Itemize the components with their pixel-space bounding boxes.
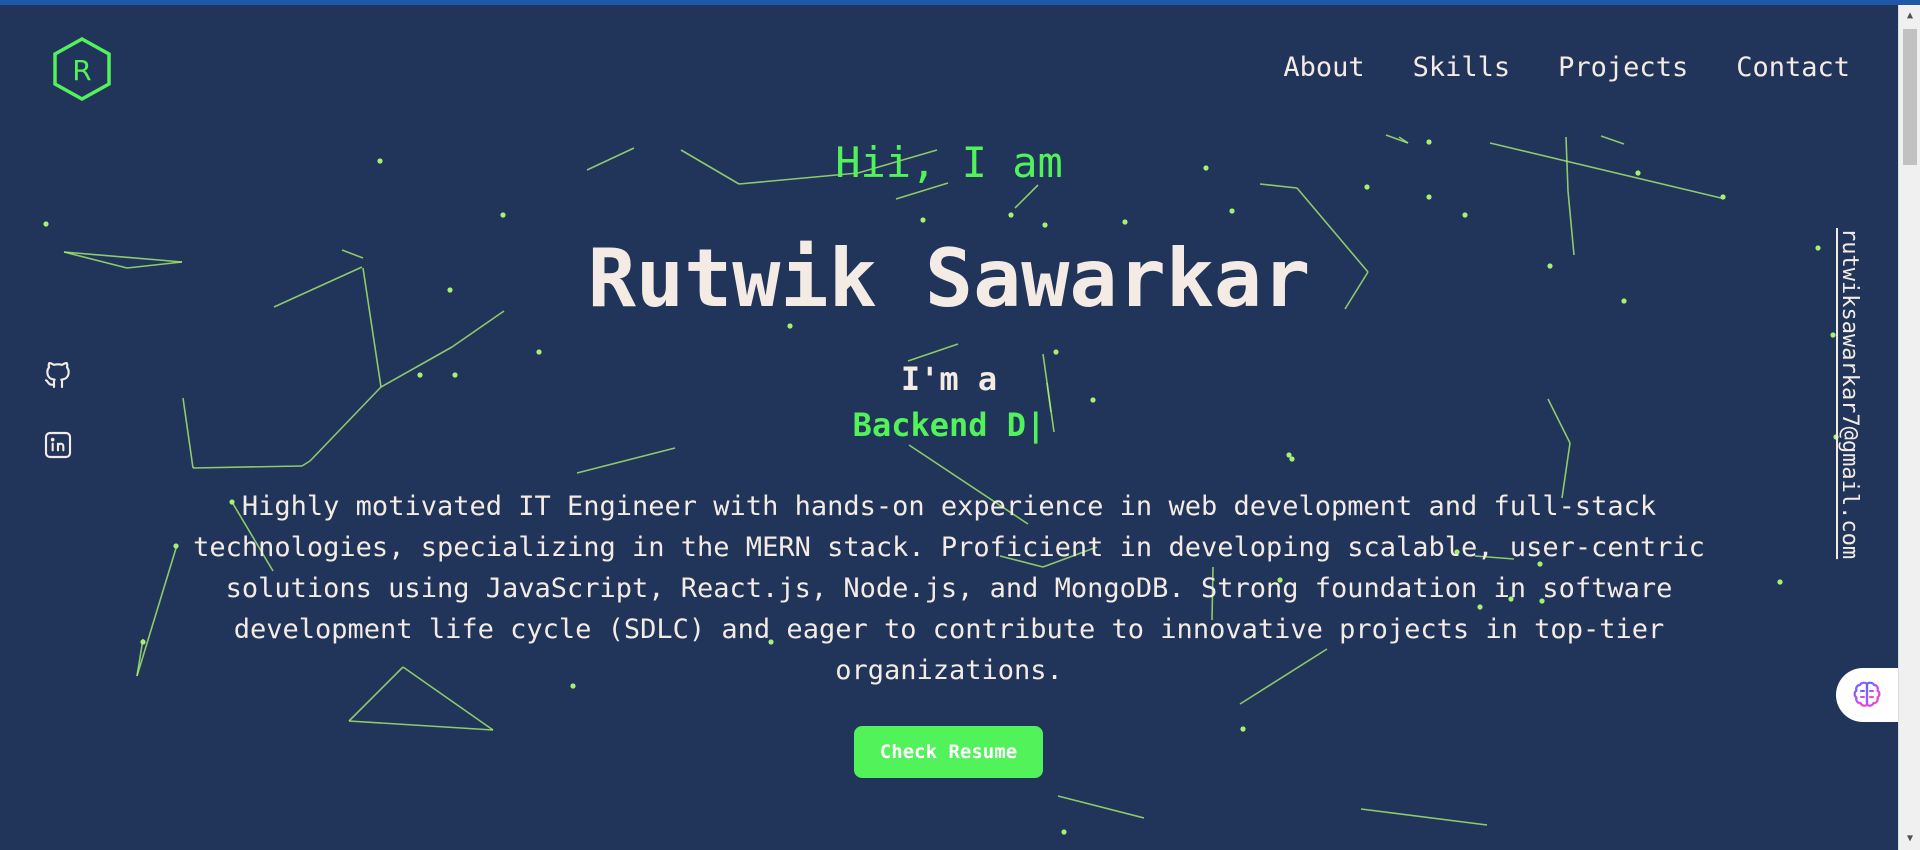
hero-intro: I'm a [900,360,998,398]
hero-role-typewriter: Backend D| [852,406,1046,444]
check-resume-button[interactable]: Check Resume [854,726,1043,778]
hero-name: Rutwik Sawarkar [587,232,1311,325]
scroll-up-icon[interactable]: ▲ [1899,7,1920,25]
assistant-button[interactable] [1836,668,1898,722]
page-scrollbar[interactable]: ▲ ▼ [1898,5,1920,850]
scrollbar-thumb[interactable] [1903,29,1917,165]
hero-bio: Highly motivated IT Engineer with hands-… [193,491,1705,686]
scroll-down-icon[interactable]: ▼ [1899,830,1920,848]
hero-section: Hii, I am Rutwik Sawarkar I'm a Backend … [0,0,1898,850]
hero-greeting: Hii, I am [835,138,1063,187]
brain-icon [1853,681,1881,707]
